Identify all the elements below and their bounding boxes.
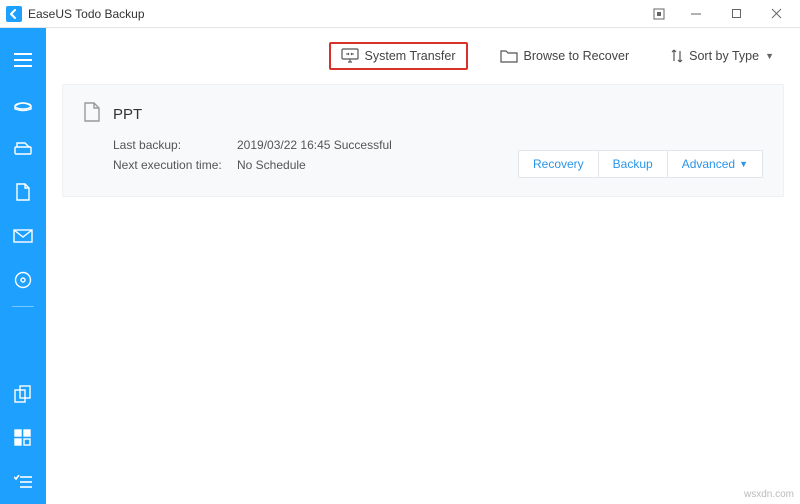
system-transfer-icon (341, 48, 359, 64)
folder-icon (500, 49, 518, 63)
advanced-button[interactable]: Advanced ▼ (667, 151, 762, 177)
sort-by-type-button[interactable]: Sort by Type ▼ (661, 43, 784, 69)
backup-task-name: PPT (113, 106, 142, 123)
window-close-button[interactable] (756, 0, 796, 28)
sort-by-type-label: Sort by Type (689, 49, 759, 63)
next-execution-label: Next execution time: (113, 158, 223, 172)
sort-icon (671, 49, 683, 63)
sidebar-file-backup-icon[interactable] (0, 170, 46, 214)
browse-recover-button[interactable]: Browse to Recover (490, 43, 640, 69)
app-logo-icon (6, 6, 22, 22)
sidebar-disk-backup-icon[interactable] (0, 82, 46, 126)
browse-recover-label: Browse to Recover (524, 49, 630, 63)
sidebar-clone-icon[interactable] (0, 372, 46, 416)
file-icon (83, 101, 101, 128)
sidebar-separator (12, 306, 34, 307)
chevron-down-icon: ▼ (765, 51, 774, 61)
task-action-group: Recovery Backup Advanced ▼ (518, 150, 763, 178)
sidebar-mail-backup-icon[interactable] (0, 214, 46, 258)
sidebar (0, 28, 46, 504)
backup-task-card: PPT Last backup: 2019/03/22 16:45 Succes… (62, 84, 784, 197)
content-area: System Transfer Browse to Recover Sort b… (46, 28, 800, 504)
sidebar-smart-backup-icon[interactable] (0, 258, 46, 302)
sidebar-system-backup-icon[interactable] (0, 126, 46, 170)
window-extra-button[interactable] (642, 8, 676, 20)
watermark-text: wsxdn.com (744, 489, 794, 500)
recovery-label: Recovery (533, 157, 584, 171)
window-titlebar: EaseUS Todo Backup (0, 0, 800, 28)
backup-button[interactable]: Backup (598, 151, 667, 177)
last-backup-value: 2019/03/22 16:45 Successful (237, 138, 392, 152)
recovery-button[interactable]: Recovery (519, 151, 598, 177)
sidebar-logs-icon[interactable] (0, 460, 46, 504)
sidebar-tools-icon[interactable] (0, 416, 46, 460)
window-maximize-button[interactable] (716, 0, 756, 28)
system-transfer-label: System Transfer (365, 49, 456, 63)
window-minimize-button[interactable] (676, 0, 716, 28)
chevron-down-icon: ▼ (739, 159, 748, 169)
last-backup-label: Last backup: (113, 138, 223, 152)
backup-task-info: Last backup: 2019/03/22 16:45 Successful… (83, 138, 392, 178)
window-title: EaseUS Todo Backup (28, 7, 145, 21)
sidebar-menu-button[interactable] (0, 38, 46, 82)
system-transfer-button[interactable]: System Transfer (329, 42, 468, 70)
advanced-label: Advanced (682, 157, 735, 171)
backup-label: Backup (613, 157, 653, 171)
next-execution-value: No Schedule (237, 158, 306, 172)
toolbar: System Transfer Browse to Recover Sort b… (46, 28, 800, 84)
